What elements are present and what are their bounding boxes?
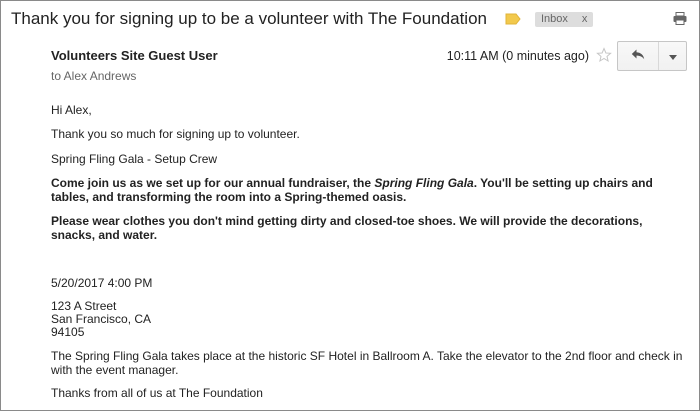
dress-instructions: Please wear clothes you don't mind getti…	[51, 214, 643, 242]
print-icon[interactable]	[673, 12, 687, 30]
sender-name[interactable]: Volunteers Site Guest User	[51, 48, 218, 63]
location-details: The Spring Fling Gala takes place at the…	[51, 349, 683, 377]
remove-label-button[interactable]: x	[582, 13, 588, 25]
email-view: Thank you for signing up to be a volunte…	[0, 0, 700, 411]
event-datetime: 5/20/2017 4:00 PM	[51, 276, 153, 290]
closing-text: Thanks from all of us at The Foundation	[51, 386, 263, 400]
message-header: Volunteers Site Guest User to Alex Andre…	[51, 41, 687, 87]
reply-button-group	[617, 41, 687, 71]
event-address: 123 A Street San Francisco, CA 94105	[51, 300, 151, 339]
message-timestamp: 10:11 AM (0 minutes ago)	[446, 49, 589, 63]
reply-icon	[631, 47, 645, 65]
address-line: 94105	[51, 325, 85, 339]
subject-row: Thank you for signing up to be a volunte…	[11, 7, 689, 31]
inbox-label-chip[interactable]: Inbox x	[535, 11, 594, 27]
event-title: Spring Fling Gala - Setup Crew	[51, 152, 218, 166]
label-tag-icon[interactable]	[505, 13, 521, 25]
reply-button[interactable]	[618, 42, 659, 70]
thanks-text: Thank you so much for signing up to volu…	[51, 127, 300, 141]
more-actions-button[interactable]	[659, 42, 686, 70]
star-icon[interactable]	[596, 47, 612, 68]
greeting-text: Hi Alex,	[51, 103, 92, 117]
event-name-emphasis: Spring Fling Gala	[374, 176, 474, 190]
recipient-line[interactable]: to Alex Andrews	[51, 69, 136, 83]
chevron-down-icon	[668, 47, 677, 65]
event-description: Come join us as we set up for our annual…	[51, 176, 685, 204]
event-description-start: Come join us as we set up for our annual…	[51, 176, 375, 190]
inbox-label-text: Inbox	[541, 13, 568, 25]
email-subject: Thank you for signing up to be a volunte…	[11, 9, 487, 28]
